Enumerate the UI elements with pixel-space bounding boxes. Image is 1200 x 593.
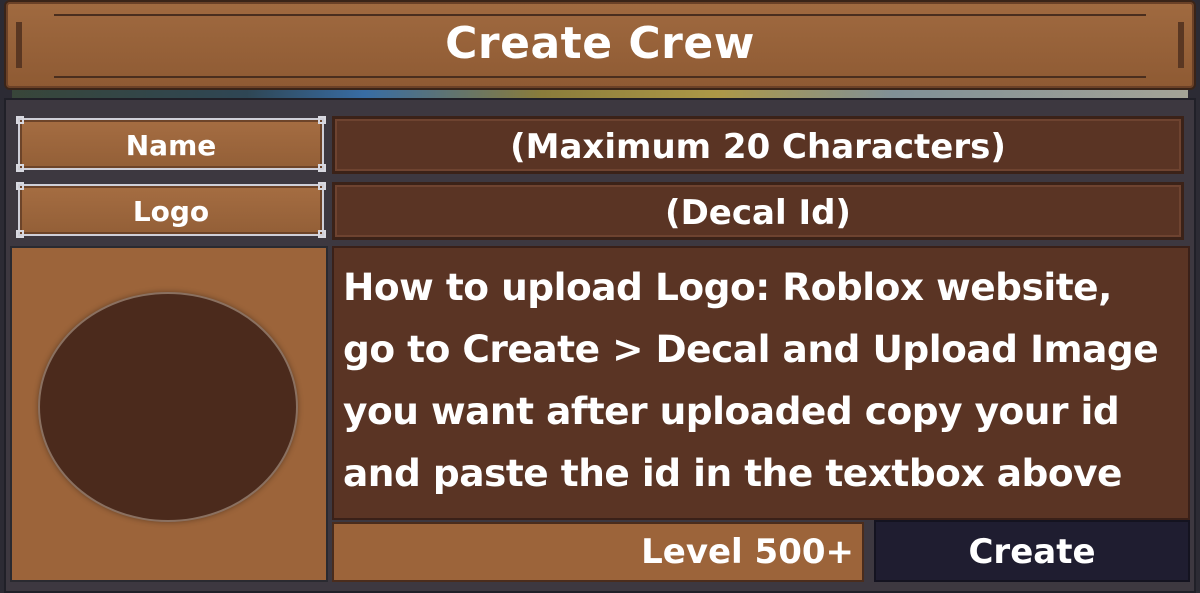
corner-ornament xyxy=(16,164,24,172)
create-button[interactable]: Create xyxy=(874,520,1190,582)
corner-ornament xyxy=(16,116,24,124)
crew-name-input[interactable]: (Maximum 20 Characters) xyxy=(332,116,1184,174)
logo-label: Logo xyxy=(132,195,210,228)
corner-ornament xyxy=(318,182,326,190)
logo-decal-id-placeholder: (Decal Id) xyxy=(665,193,851,233)
logo-decal-id-input[interactable]: (Decal Id) xyxy=(332,182,1184,240)
logo-preview-panel xyxy=(10,246,328,582)
background-scenery-strip xyxy=(12,90,1188,98)
name-label: Name xyxy=(125,129,217,162)
crew-name-placeholder: (Maximum 20 Characters) xyxy=(510,127,1006,167)
logo-label-box: Logo xyxy=(16,182,326,238)
corner-ornament xyxy=(318,164,326,172)
corner-ornament xyxy=(16,230,24,238)
window-title: Create Crew xyxy=(445,18,755,69)
name-label-box: Name xyxy=(16,116,326,172)
level-requirement: Level 500+ xyxy=(332,522,864,582)
title-rule-top xyxy=(54,14,1146,16)
create-crew-window: Create Crew Name (Maximum 20 Characters)… xyxy=(0,0,1200,593)
title-rule-bottom xyxy=(54,76,1146,78)
corner-ornament xyxy=(318,230,326,238)
corner-ornament xyxy=(318,116,326,124)
upload-instructions: How to upload Logo: Roblox website, go t… xyxy=(332,246,1190,520)
corner-ornament xyxy=(16,182,24,190)
logo-preview-circle xyxy=(38,292,298,522)
title-bar: Create Crew xyxy=(4,0,1196,90)
